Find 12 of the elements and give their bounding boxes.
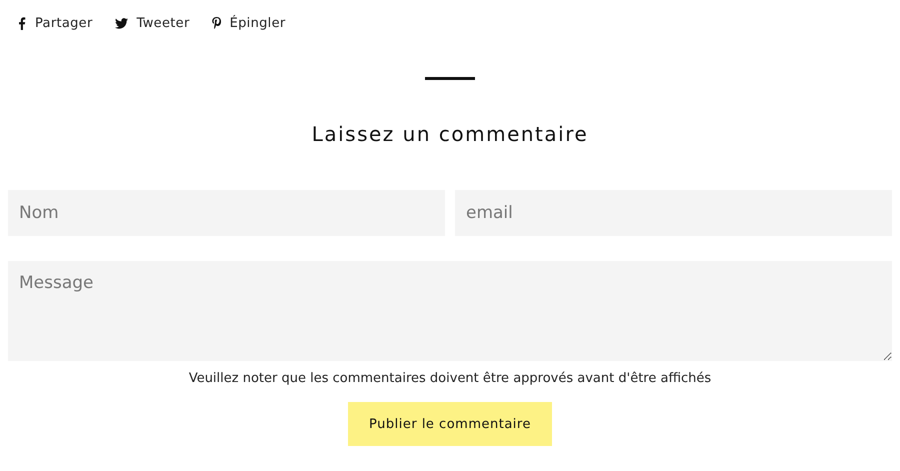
facebook-icon	[18, 16, 26, 30]
share-link[interactable]: Tweeter	[114, 11, 190, 35]
submit-button[interactable]: Publier le commentaire	[348, 402, 552, 446]
share-link[interactable]: Partager	[18, 11, 93, 35]
message-field[interactable]: Message	[8, 261, 892, 361]
name-field[interactable]: Nom	[8, 190, 445, 236]
share-link[interactable]: Épingler	[212, 11, 286, 35]
email-field[interactable]: email	[455, 190, 892, 236]
section-heading: Laissez un commentaire	[312, 122, 588, 146]
pinterest-icon	[212, 17, 221, 29]
twitter-icon	[114, 18, 128, 28]
moderation-note: Veuillez noter que les commentaires doivent être approvés avant d'être affichés	[188, 371, 712, 386]
